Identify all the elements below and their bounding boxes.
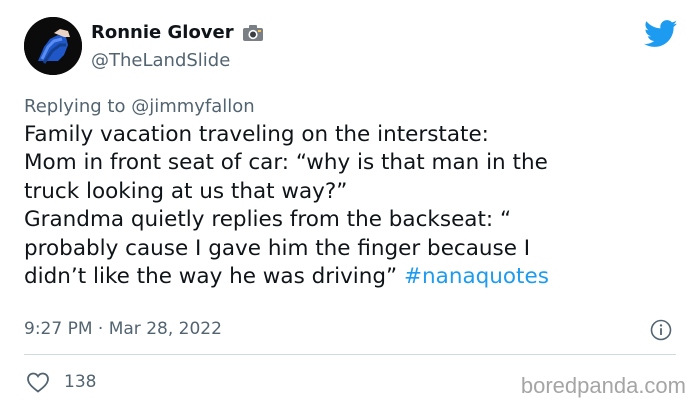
author-name-row: Ronnie Glover (91, 22, 264, 43)
tweet-text: Family vacation traveling on the interst… (24, 121, 684, 291)
heart-icon[interactable] (26, 371, 50, 393)
avatar[interactable] (24, 17, 82, 75)
like-count: 138 (64, 372, 97, 392)
replying-to-handle[interactable]: @jimmyfallon (131, 96, 255, 117)
replying-to-line: Replying to @jimmyfallon (24, 96, 255, 117)
author-handle[interactable]: @TheLandSlide (91, 50, 230, 71)
tweet-timestamp[interactable]: 9:27 PM · Mar 28, 2022 (24, 319, 222, 339)
watermark: boredpanda.com (520, 373, 686, 398)
author-name[interactable]: Ronnie Glover (91, 22, 234, 43)
like-action[interactable]: 138 (26, 371, 96, 393)
boxing-hand-wrap-avatar (24, 17, 82, 75)
hashtag-link[interactable]: #nanaquotes (404, 264, 549, 289)
divider (24, 354, 676, 355)
replying-to-prefix: Replying to (24, 96, 132, 117)
camera-icon (242, 24, 263, 41)
info-icon[interactable] (650, 319, 672, 341)
twitter-bird-icon[interactable] (644, 20, 678, 48)
